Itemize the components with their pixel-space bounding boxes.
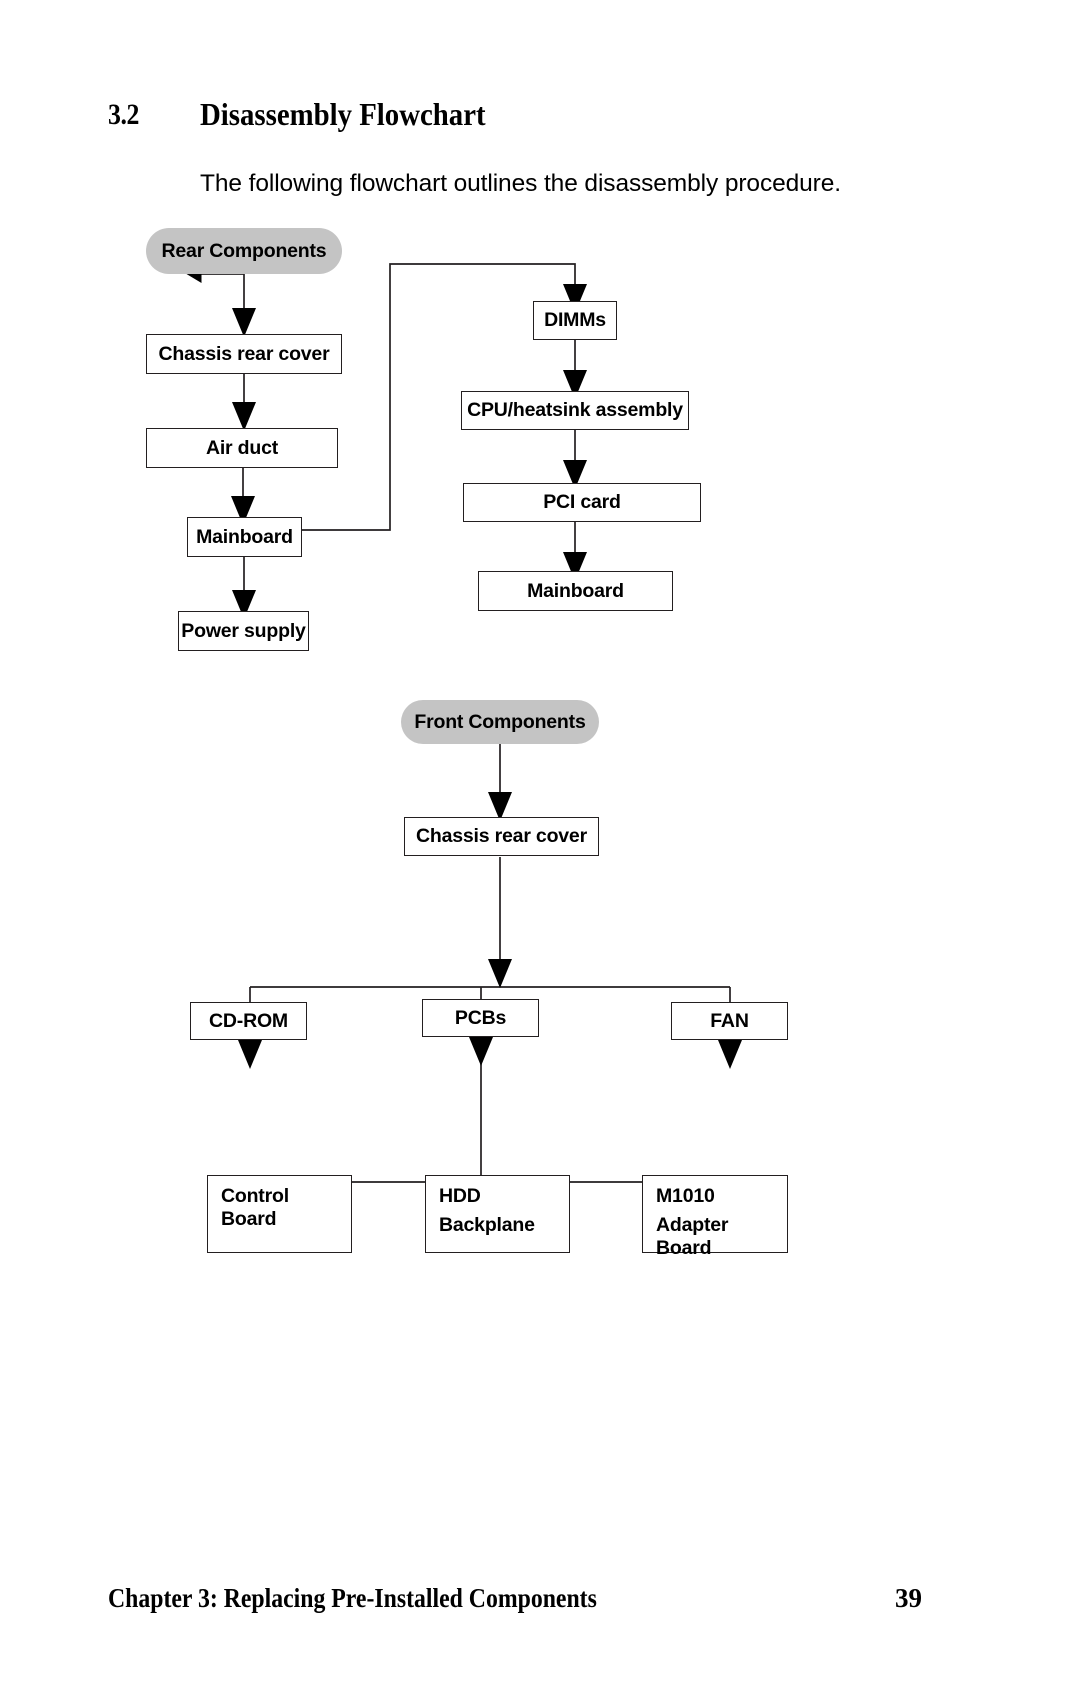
node-dimms[interactable]: DIMMs <box>533 301 617 340</box>
footer-chapter: Chapter 3: Replacing Pre-Installed Compo… <box>108 1583 597 1613</box>
node-pci-card[interactable]: PCI card <box>463 483 701 522</box>
node-m1010-line2: Adapter Board <box>656 1214 729 1259</box>
document-page: 3.2 Disassembly Flowchart The following … <box>0 0 1080 1690</box>
node-hdd-backplane-line1: HDD <box>439 1185 481 1207</box>
node-front-chassis-rear-cover[interactable]: Chassis rear cover <box>404 817 599 856</box>
page-title: Disassembly Flowchart <box>200 96 486 132</box>
node-power-supply[interactable]: Power supply <box>178 611 309 651</box>
node-front-components[interactable]: Front Components <box>401 700 599 744</box>
node-fan[interactable]: FAN <box>671 1002 788 1040</box>
node-m1010-line1: M1010 <box>656 1185 715 1207</box>
node-mainboard[interactable]: Mainboard <box>187 517 302 557</box>
node-m1010-adapter-board[interactable]: M1010 Adapter Board <box>642 1175 788 1259</box>
node-control-board-line1: Control <box>221 1185 289 1207</box>
node-pcbs[interactable]: PCBs <box>422 999 539 1037</box>
node-mainboard-2[interactable]: Mainboard <box>478 571 673 611</box>
node-hdd-backplane-line2: Backplane <box>439 1214 535 1237</box>
intro-paragraph: The following flowchart outlines the dis… <box>200 170 841 197</box>
page-number: 39 <box>895 1583 922 1613</box>
node-control-board-line2: Board <box>221 1208 277 1231</box>
node-control-board[interactable]: Control Board <box>207 1175 352 1253</box>
node-air-duct[interactable]: Air duct <box>146 428 338 468</box>
node-cd-rom[interactable]: CD-ROM <box>190 1002 307 1040</box>
node-rear-components[interactable]: Rear Components <box>146 228 342 274</box>
node-chassis-rear-cover[interactable]: Chassis rear cover <box>146 334 342 374</box>
node-hdd-backplane[interactable]: HDD Backplane <box>425 1175 570 1253</box>
node-cpu-heatsink-assembly[interactable]: CPU/heatsink assembly <box>461 391 689 430</box>
section-number: 3.2 <box>108 98 139 131</box>
